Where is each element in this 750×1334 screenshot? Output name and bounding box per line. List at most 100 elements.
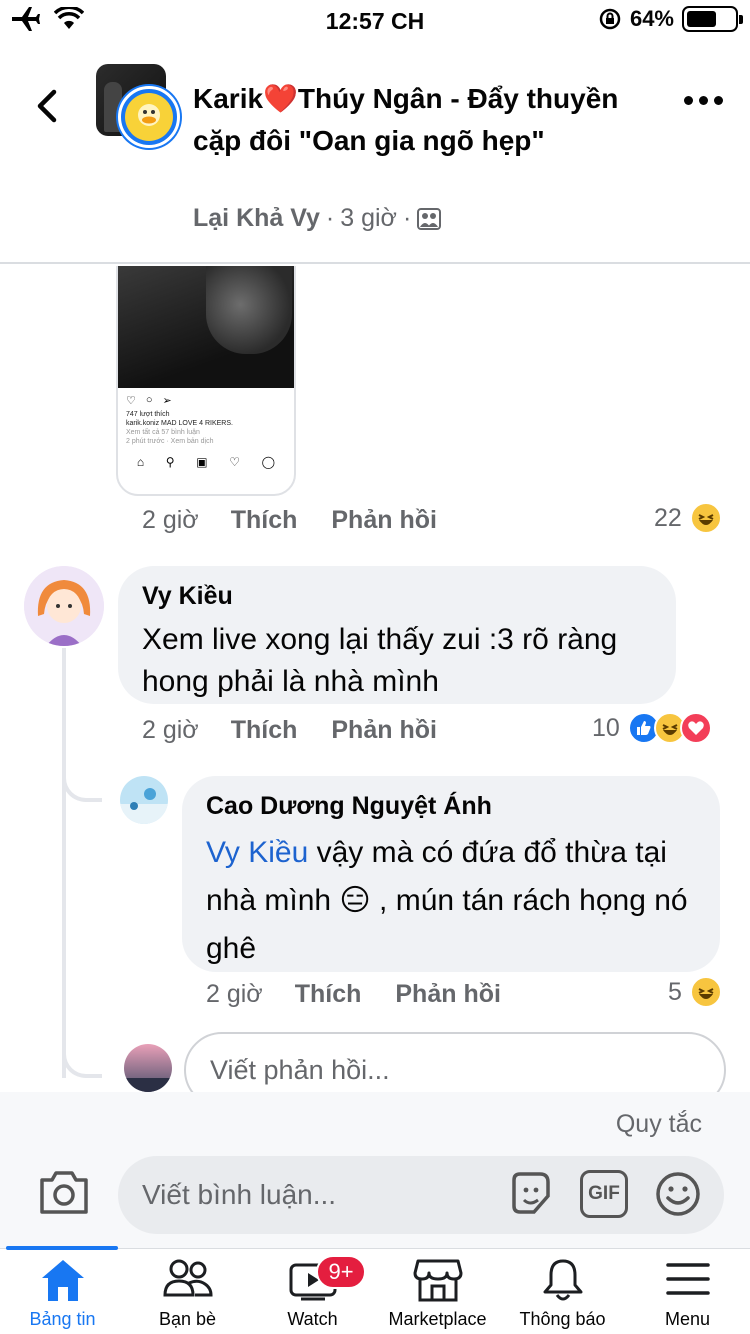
- back-button[interactable]: [28, 86, 68, 126]
- reaction-count: 10: [592, 713, 620, 742]
- thumb-likes: 747 lượt thích: [126, 411, 170, 418]
- comment-text: Xem live xong lại thấy zui :3 rõ ràng ho…: [142, 623, 618, 698]
- marketplace-icon: [413, 1259, 462, 1302]
- reaction-summary[interactable]: 10: [592, 712, 712, 744]
- battery-percent: 64%: [629, 6, 674, 31]
- haha-icon: [689, 502, 722, 534]
- rotation-lock-icon: [599, 8, 621, 30]
- commenter-avatar[interactable]: [120, 776, 168, 824]
- expressionless-emoji: 😑: [339, 884, 371, 917]
- battery-icon: [682, 6, 743, 32]
- camera-icon: [40, 1171, 88, 1214]
- home-icon: ⌂: [136, 455, 145, 469]
- author-name[interactable]: Lại Khả Vy: [193, 204, 320, 233]
- rules-link[interactable]: Quy tắc: [616, 1110, 702, 1139]
- tab-marketplace[interactable]: Marketplace: [375, 1249, 500, 1334]
- comment-time[interactable]: 2 giờ: [206, 980, 263, 1009]
- reaction-summary[interactable]: 5: [668, 976, 722, 1008]
- sticker-icon[interactable]: [506, 1170, 554, 1218]
- tab-watch[interactable]: 9+ Watch: [250, 1249, 375, 1334]
- more-options-button[interactable]: [684, 96, 723, 105]
- post-header: Karik❤️Thúy Ngân - Đẩy thuyền cặp đôi "O…: [0, 40, 750, 264]
- gif-button[interactable]: GIF: [580, 1170, 628, 1218]
- send-icon: ➢: [162, 395, 172, 407]
- tab-notifications[interactable]: Thông báo: [500, 1249, 625, 1334]
- search-icon: ⚲: [165, 455, 175, 469]
- thread-connector: [62, 706, 102, 802]
- reply-input[interactable]: Viết phản hồi...: [184, 1032, 726, 1092]
- thread-connector: [62, 1002, 102, 1078]
- love-reaction-icon: [679, 712, 712, 744]
- comment-text: Vy Kiều vậy mà có đứa đổ thừa tại nhà mì…: [206, 829, 696, 973]
- notification-badge: 9+: [316, 1255, 366, 1289]
- post-time[interactable]: 3 giờ: [340, 204, 397, 233]
- author-avatar[interactable]: [118, 86, 180, 148]
- menu-icon: [665, 1263, 710, 1295]
- meta-separator: ·: [402, 204, 412, 232]
- duck-avatar-icon: [138, 104, 160, 126]
- meta-separator: ·: [325, 204, 335, 232]
- comment-composer: Quy tắc Viết bình luận... GIF: [0, 1092, 750, 1248]
- haha-icon: [689, 976, 722, 1008]
- my-avatar: [124, 1044, 172, 1092]
- emoji-icon[interactable]: [654, 1170, 702, 1218]
- tab-home[interactable]: Bảng tin: [0, 1249, 125, 1334]
- reaction-summary[interactable]: 22: [654, 502, 722, 534]
- instagram-actions: ♡ ○ ➢: [118, 388, 294, 407]
- comment-image[interactable]: ♡ ○ ➢ 747 lượt thích karik.koniz MAD LOV…: [116, 266, 296, 496]
- camera-button[interactable]: [38, 1168, 90, 1216]
- thumb-caption: karik.koniz MAD LOVE 4 RIKERS.: [126, 420, 233, 427]
- tab-label: Thông báo: [519, 1309, 606, 1329]
- reply-button[interactable]: Phản hồi: [395, 980, 501, 1009]
- comment-actions: 2 giờ Thích Phản hồi: [142, 506, 437, 535]
- dot: [714, 96, 723, 105]
- chevron-left-icon: [37, 89, 57, 123]
- reply-bubble[interactable]: Cao Dương Nguyệt Ánh Vy Kiều vậy mà có đ…: [182, 776, 720, 972]
- profile-icon: ◯: [261, 455, 276, 469]
- comment-placeholder: Viết bình luận...: [142, 1179, 337, 1210]
- comments-area: ♡ ○ ➢ 747 lượt thích karik.koniz MAD LOV…: [0, 266, 750, 1092]
- commenter-name[interactable]: Vy Kiều: [142, 582, 652, 611]
- status-bar: 12:57 CH 64%: [0, 0, 750, 40]
- comment-icon: ○: [145, 394, 153, 406]
- like-button[interactable]: Thích: [231, 716, 298, 745]
- tab-friends[interactable]: Bạn bè: [125, 1249, 250, 1334]
- reply-button[interactable]: Phản hồi: [331, 506, 437, 535]
- comment-actions: 2 giờ Thích Phản hồi: [206, 980, 501, 1009]
- commenter-avatar[interactable]: [24, 566, 104, 646]
- dot: [684, 96, 693, 105]
- post-title[interactable]: Karik❤️Thúy Ngân - Đẩy thuyền cặp đôi "O…: [193, 78, 633, 162]
- mention-link[interactable]: Vy Kiều: [206, 836, 308, 869]
- friends-icon: [162, 1259, 213, 1297]
- reply-button[interactable]: Phản hồi: [331, 716, 437, 745]
- gif-label: GIF: [588, 1183, 620, 1204]
- post-meta: Lại Khả Vy · 3 giờ ·: [193, 204, 442, 233]
- bell-icon: [543, 1259, 582, 1301]
- comment-time[interactable]: 2 giờ: [142, 716, 199, 745]
- tab-label: Menu: [664, 1309, 711, 1329]
- comment-time[interactable]: 2 giờ: [142, 506, 199, 535]
- reply-placeholder: Viết phản hồi...: [210, 1054, 390, 1085]
- tab-label: Bảng tin: [29, 1309, 96, 1329]
- heart-icon: ♡: [229, 455, 240, 469]
- tab-label: Watch: [287, 1309, 338, 1329]
- like-button[interactable]: Thích: [231, 506, 298, 535]
- reaction-count: 22: [654, 503, 682, 532]
- dot: [699, 96, 708, 105]
- like-button[interactable]: Thích: [295, 980, 362, 1009]
- thumb-meta: 2 phút trước · Xem bản dịch: [126, 438, 214, 445]
- thumb-view-comments: Xem tất cả 57 bình luận: [126, 429, 200, 436]
- photo-privacy-icon: [417, 207, 442, 230]
- instagram-nav: ⌂ ⚲ ▣ ♡ ◯: [118, 449, 294, 475]
- tab-menu[interactable]: Menu: [625, 1249, 750, 1334]
- commenter-name[interactable]: Cao Dương Nguyệt Ánh: [206, 792, 696, 821]
- home-icon: [41, 1260, 84, 1301]
- reels-icon: ▣: [196, 455, 208, 469]
- reaction-count: 5: [668, 977, 682, 1006]
- heart-icon: ♡: [126, 395, 136, 407]
- comment-bubble[interactable]: Vy Kiều Xem live xong lại thấy zui :3 rõ…: [118, 566, 676, 704]
- comment-input[interactable]: Viết bình luận... GIF: [118, 1156, 724, 1234]
- bottom-tab-bar: Bảng tin Bạn bè 9+ Watch Marketplace Thô…: [0, 1246, 750, 1334]
- tab-label: Marketplace: [388, 1309, 487, 1329]
- tab-label: Bạn bè: [158, 1309, 217, 1329]
